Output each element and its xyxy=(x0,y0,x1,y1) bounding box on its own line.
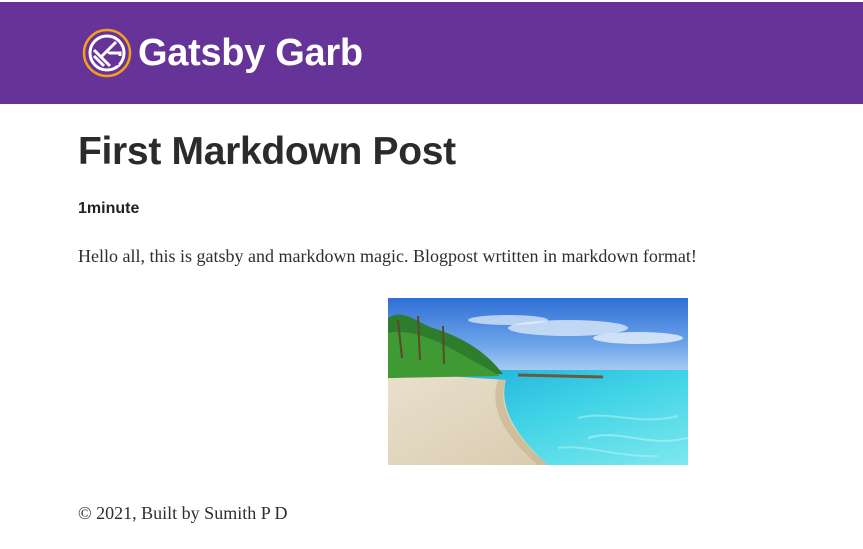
gatsby-logo-icon xyxy=(82,28,132,78)
post-body: Hello all, this is gatsby and markdown m… xyxy=(78,246,697,266)
home-link[interactable]: Gatsby Garb xyxy=(82,28,363,78)
site-footer: © 2021, Built by Sumith P D xyxy=(78,503,288,523)
beach-image xyxy=(388,298,688,465)
site-header: Gatsby Garb xyxy=(0,2,863,104)
post-title: First Markdown Post xyxy=(78,130,456,173)
site-title[interactable]: Gatsby Garb xyxy=(138,32,363,75)
read-time: 1minute xyxy=(78,200,140,217)
